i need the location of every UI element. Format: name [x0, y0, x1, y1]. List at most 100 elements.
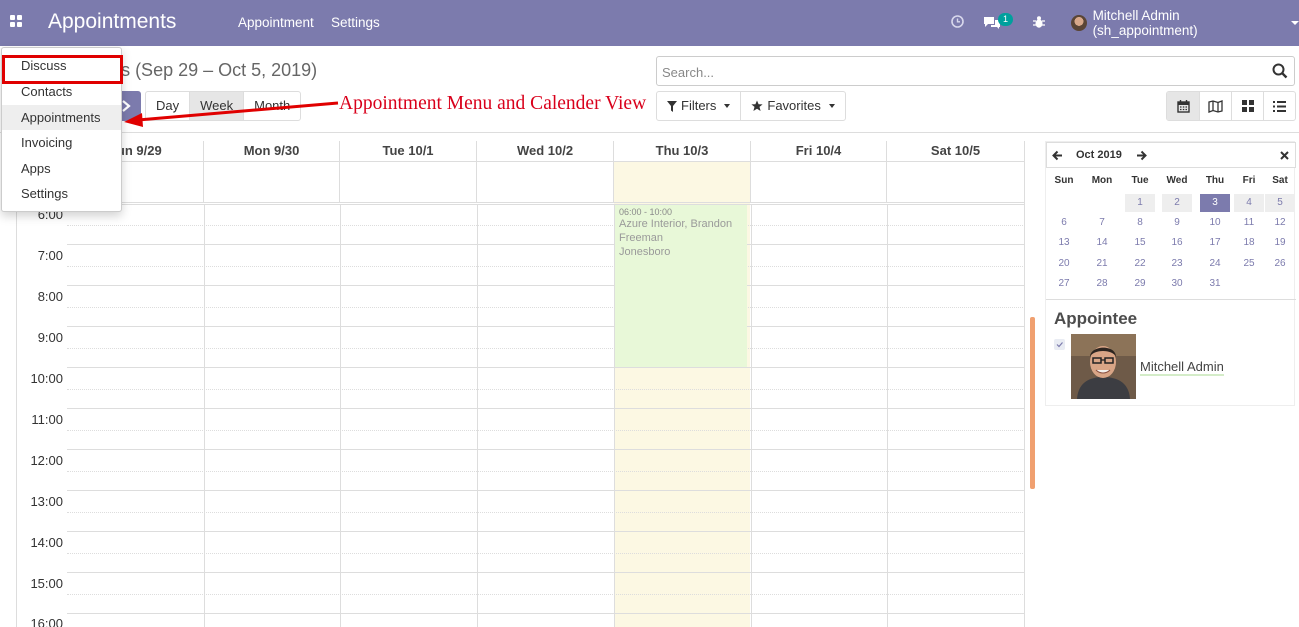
date-cell[interactable]: 27: [1049, 275, 1079, 293]
search-input[interactable]: [662, 62, 1262, 82]
filters-button[interactable]: Filters: [657, 92, 740, 120]
allday-cell[interactable]: [887, 162, 1025, 203]
day-header-sat: Sat 10/5: [887, 141, 1025, 161]
date-cell[interactable]: 18: [1234, 234, 1264, 252]
day-name: Mon: [1091, 175, 1113, 186]
date-cell[interactable]: 23: [1162, 255, 1192, 273]
day-header-wed: Wed 10/2: [477, 141, 614, 161]
day-name: Sat: [1272, 175, 1288, 186]
apps-grid-icon[interactable]: [10, 15, 24, 29]
menu-settings[interactable]: Settings: [331, 15, 380, 30]
caret-down-icon: [724, 104, 731, 108]
time-label: 14:00: [30, 535, 63, 550]
menu-appointment[interactable]: Appointment: [238, 15, 314, 30]
date-cell[interactable]: 7: [1087, 214, 1117, 232]
day-header-tue: Tue 10/1: [340, 141, 477, 161]
date-cell[interactable]: 28: [1087, 275, 1117, 293]
check-icon: [1056, 342, 1063, 348]
week-button[interactable]: Week: [189, 92, 245, 120]
app-title: Appointments: [48, 10, 177, 33]
user-menu[interactable]: Mitchell Admin (sh_appointment): [1071, 8, 1299, 38]
date-cell[interactable]: 22: [1125, 255, 1155, 273]
date-cell[interactable]: 26: [1265, 255, 1295, 273]
appointee-checkbox[interactable]: [1054, 339, 1065, 350]
date-cell[interactable]: 12: [1265, 214, 1295, 232]
clock-icon[interactable]: [951, 15, 964, 28]
app-menu-item-settings[interactable]: Settings: [2, 181, 121, 206]
scale-buttons: Day Week Month: [145, 91, 302, 121]
date-cell-selected[interactable]: 3: [1200, 194, 1230, 212]
event-location: Jonesboro: [619, 246, 671, 258]
date-cell[interactable]: 30: [1162, 275, 1192, 293]
day-name: Sun: [1054, 175, 1074, 186]
calendar-view-button[interactable]: [1167, 92, 1199, 120]
time-label: 10:00: [30, 371, 63, 386]
app-menu-item-invoicing[interactable]: Invoicing: [2, 130, 121, 155]
search-icon[interactable]: [1272, 63, 1288, 79]
star-icon: [751, 100, 763, 111]
kanban-icon: [1241, 100, 1254, 112]
day-name: Fri: [1242, 175, 1256, 186]
app-menu-item-appointments[interactable]: Appointments: [2, 105, 121, 130]
date-cell[interactable]: 17: [1200, 234, 1230, 252]
day-button[interactable]: Day: [146, 92, 189, 120]
view-switcher: [1166, 91, 1296, 121]
caret-down-icon: [828, 104, 835, 108]
time-label: 12:00: [30, 453, 63, 468]
date-cell[interactable]: 31: [1200, 275, 1230, 293]
date-cell[interactable]: 9: [1162, 214, 1192, 232]
favorites-label: Favorites: [767, 98, 821, 113]
date-cell[interactable]: 14: [1087, 234, 1117, 252]
date-cell[interactable]: 19: [1265, 234, 1295, 252]
avatar: [1071, 15, 1087, 31]
time-label: 11:00: [31, 412, 63, 427]
date-cell[interactable]: 16: [1162, 234, 1192, 252]
day-header-mon: Mon 9/30: [204, 141, 340, 161]
datepicker-month: Oct 2019: [1076, 149, 1122, 161]
date-cell[interactable]: 8: [1125, 214, 1155, 232]
date-cell[interactable]: 2: [1162, 194, 1192, 212]
date-cell[interactable]: 24: [1200, 255, 1230, 273]
day-name: Wed: [1166, 175, 1188, 186]
date-cell[interactable]: 21: [1087, 255, 1117, 273]
scrollbar[interactable]: [1030, 317, 1035, 489]
allday-cell[interactable]: [340, 162, 477, 203]
allday-cell[interactable]: [477, 162, 614, 203]
date-cell[interactable]: 6: [1049, 214, 1079, 232]
allday-cell[interactable]: [204, 162, 340, 203]
day-name: Tue: [1131, 175, 1149, 186]
arrow-left-icon[interactable]: [1052, 150, 1063, 161]
allday-cell[interactable]: [614, 162, 751, 203]
map-icon: [1208, 99, 1223, 113]
appointee-name[interactable]: Mitchell Admin: [1140, 359, 1224, 376]
date-cell[interactable]: 29: [1125, 275, 1155, 293]
date-cell[interactable]: 20: [1049, 255, 1079, 273]
date-cell[interactable]: 1: [1125, 194, 1155, 212]
close-icon[interactable]: [1280, 151, 1289, 160]
date-cell[interactable]: 5: [1265, 194, 1295, 212]
datepicker-header: Oct 2019: [1046, 142, 1296, 168]
highlight-box: [2, 55, 123, 84]
calendar-event[interactable]: 06:00 - 10:00 Azure Interior, Brandon Fr…: [615, 205, 747, 367]
date-cell[interactable]: 13: [1049, 234, 1079, 252]
arrow-right-icon[interactable]: [1136, 150, 1147, 161]
date-cell[interactable]: 25: [1234, 255, 1264, 273]
week-calendar: Sun 9/29 Mon 9/30 Tue 10/1 Wed 10/2 Thu …: [16, 141, 1037, 627]
allday-cell[interactable]: [751, 162, 887, 203]
user-name: Mitchell Admin (sh_appointment): [1092, 8, 1198, 38]
bug-icon[interactable]: [1032, 15, 1046, 29]
kanban-view-button[interactable]: [1231, 92, 1263, 120]
date-cell[interactable]: 4: [1234, 194, 1264, 212]
chat-badge: 1: [998, 13, 1014, 26]
map-view-button[interactable]: [1199, 92, 1231, 120]
filters-label: Filters: [681, 98, 717, 113]
calendar-icon: [1176, 99, 1190, 113]
app-menu-item-apps[interactable]: Apps: [2, 156, 121, 181]
date-cell[interactable]: 10: [1200, 214, 1230, 232]
date-cell[interactable]: 15: [1125, 234, 1155, 252]
date-cell[interactable]: 11: [1234, 214, 1264, 232]
day-header-thu: Thu 10/3: [614, 141, 751, 161]
favorites-button[interactable]: Favorites: [740, 92, 844, 120]
month-button[interactable]: Month: [244, 92, 300, 120]
list-view-button[interactable]: [1263, 92, 1295, 120]
